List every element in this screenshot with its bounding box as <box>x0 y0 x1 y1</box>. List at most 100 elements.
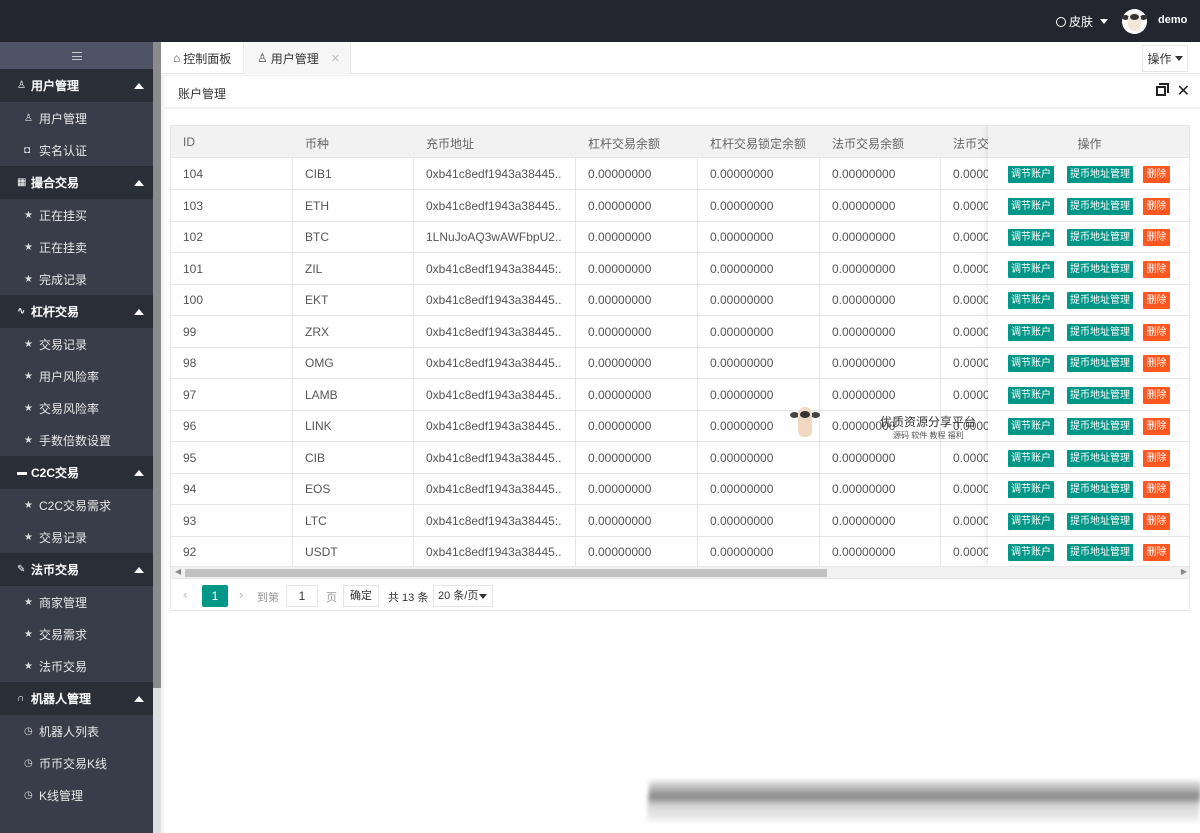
table-cell: 97 <box>183 387 197 402</box>
sidebar-item[interactable]: ★ 用户风险率 <box>0 360 153 392</box>
withdraw-address-button[interactable]: 提币地址管理 <box>1067 544 1133 561</box>
delete-button[interactable]: 删除 <box>1143 544 1170 561</box>
adjust-account-button[interactable]: 调节账户 <box>1008 166 1054 183</box>
withdraw-address-button[interactable]: 提币地址管理 <box>1067 449 1133 467</box>
sidebar-item-label: 交易记录 <box>39 337 88 352</box>
sidebar-item[interactable]: ★ C2C交易需求 <box>0 489 153 521</box>
sidebar-group-title[interactable]: ▦ 撮合交易 <box>0 166 153 199</box>
delete-button[interactable]: 删除 <box>1143 197 1170 215</box>
sidebar-item[interactable]: ★ 交易需求 <box>0 618 153 650</box>
confirm-button[interactable]: 确定 <box>343 585 379 607</box>
withdraw-address-button[interactable]: 提币地址管理 <box>1067 229 1133 246</box>
adjust-account-button[interactable]: 调节账户 <box>1008 418 1054 435</box>
withdraw-address-button[interactable]: 提币地址管理 <box>1067 292 1133 309</box>
sidebar-item[interactable]: ★ 商家管理 <box>0 586 153 618</box>
delete-button[interactable]: 删除 <box>1143 481 1170 498</box>
delete-button[interactable]: 删除 <box>1143 323 1170 341</box>
withdraw-address-button[interactable]: 提币地址管理 <box>1067 197 1133 215</box>
withdraw-address-button[interactable]: 提币地址管理 <box>1067 418 1133 435</box>
top-header: 皮肤 demo <box>0 0 1200 42</box>
adjust-account-button[interactable]: 调节账户 <box>1008 449 1054 467</box>
withdraw-address-button[interactable]: 提币地址管理 <box>1067 481 1133 498</box>
star-icon: ★ <box>24 434 33 446</box>
tab-dashboard[interactable]: ⌂ 控制面板 <box>161 42 244 74</box>
table-cell: 0.00000000 <box>588 261 652 276</box>
adjust-account-button[interactable]: 调节账户 <box>1008 512 1054 530</box>
withdraw-address-button[interactable]: 提币地址管理 <box>1067 512 1133 530</box>
table-cell: OMG <box>305 356 334 370</box>
sidebar-item[interactable]: ◷ 机器人列表 <box>0 715 153 747</box>
delete-button[interactable]: 删除 <box>1143 449 1170 467</box>
sidebar-item-label: 正在挂卖 <box>39 240 88 255</box>
prev-page-icon[interactable]: ‹ <box>183 587 187 602</box>
adjust-account-button[interactable]: 调节账户 <box>1008 260 1054 278</box>
sidebar-group-title[interactable]: ♙ 用户管理 <box>0 69 153 102</box>
delete-button[interactable]: 删除 <box>1143 292 1170 309</box>
withdraw-address-button[interactable]: 提币地址管理 <box>1067 323 1133 341</box>
sidebar-item[interactable]: ◷ K线管理 <box>0 779 153 811</box>
sidebar-scrollbar-thumb[interactable] <box>153 42 161 688</box>
page-unit-label: 页 <box>326 592 337 604</box>
sidebar-group-title[interactable]: ✎ 法币交易 <box>0 553 153 586</box>
current-page-button[interactable]: 1 <box>202 585 228 607</box>
delete-button[interactable]: 删除 <box>1143 229 1170 246</box>
table-cell: 0.00000000 <box>710 356 774 370</box>
grid-icon: ▦ <box>17 177 27 188</box>
next-page-icon[interactable]: › <box>239 587 243 602</box>
sidebar-item[interactable]: ★ 交易记录 <box>0 521 153 553</box>
adjust-account-button[interactable]: 调节账户 <box>1008 481 1054 498</box>
delete-button[interactable]: 删除 <box>1143 166 1170 183</box>
close-icon[interactable]: ✕ <box>331 52 340 65</box>
adjust-account-button[interactable]: 调节账户 <box>1008 197 1054 215</box>
table-cell: 0xb41c8edf1943a38445:... <box>426 261 562 276</box>
horizontal-scrollbar[interactable]: ◀ ▶ <box>171 566 1189 578</box>
sidebar-item[interactable]: ◘ 实名认证 <box>0 134 153 166</box>
adjust-account-button[interactable]: 调节账户 <box>1008 229 1054 246</box>
delete-button[interactable]: 删除 <box>1143 355 1170 372</box>
adjust-account-button[interactable]: 调节账户 <box>1008 292 1054 309</box>
table-cell: LTC <box>305 513 327 528</box>
scroll-right-icon[interactable]: ▶ <box>1181 567 1187 576</box>
withdraw-address-button[interactable]: 提币地址管理 <box>1067 166 1133 183</box>
adjust-account-button[interactable]: 调节账户 <box>1008 386 1054 404</box>
delete-button[interactable]: 删除 <box>1143 418 1170 435</box>
adjust-account-button[interactable]: 调节账户 <box>1008 323 1054 341</box>
sidebar-item[interactable]: ★ 手数倍数设置 <box>0 424 153 456</box>
sidebar-item[interactable]: ★ 完成记录 <box>0 263 153 295</box>
page-input[interactable]: 1 <box>286 585 318 607</box>
avatar[interactable] <box>1122 9 1147 34</box>
sidebar-item[interactable]: ★ 法币交易 <box>0 650 153 682</box>
adjust-account-button[interactable]: 调节账户 <box>1008 355 1054 372</box>
table-cell: 0.00000000 <box>588 293 652 307</box>
withdraw-address-button[interactable]: 提币地址管理 <box>1067 260 1133 278</box>
sidebar-group-title[interactable]: ∿ 杠杆交易 <box>0 295 153 328</box>
sidebar-item[interactable]: ♙ 用户管理 <box>0 102 153 134</box>
chevron-up-icon <box>134 309 144 315</box>
star-icon: ★ <box>24 370 33 382</box>
sidebar-item[interactable]: ★ 交易记录 <box>0 328 153 360</box>
horizontal-scrollbar-thumb[interactable] <box>185 569 827 577</box>
delete-button[interactable]: 删除 <box>1143 512 1170 530</box>
table-cell: 0xb41c8edf1943a38445... <box>426 324 562 339</box>
sidebar-group-title[interactable]: ▬ C2C交易 <box>0 456 153 489</box>
adjust-account-button[interactable]: 调节账户 <box>1008 544 1054 561</box>
sidebar-item[interactable]: ◷ 币币交易K线 <box>0 747 153 779</box>
close-icon[interactable]: ✕ <box>1177 81 1190 101</box>
page-size-select[interactable]: 20 条/页 <box>433 585 493 607</box>
skin-menu[interactable]: 皮肤 <box>1056 13 1109 30</box>
tab-user-management[interactable]: ♙ 用户管理 ✕ <box>245 42 351 74</box>
maximize-icon[interactable] <box>1156 83 1169 96</box>
withdraw-address-button[interactable]: 提币地址管理 <box>1067 355 1133 372</box>
sidebar-item[interactable]: ★ 正在挂买 <box>0 199 153 231</box>
sidebar-toggle[interactable] <box>0 42 153 69</box>
table-cell: 0xb41c8edf1943a38445... <box>426 387 562 402</box>
withdraw-address-button[interactable]: 提币地址管理 <box>1067 386 1133 404</box>
delete-button[interactable]: 删除 <box>1143 386 1170 404</box>
delete-button[interactable]: 删除 <box>1143 260 1170 278</box>
sidebar-group-title[interactable]: ∩ 机器人管理 <box>0 682 153 715</box>
sidebar-item[interactable]: ★ 正在挂卖 <box>0 231 153 263</box>
username[interactable]: demo <box>1158 14 1187 26</box>
operate-button[interactable]: 操作 <box>1142 45 1188 72</box>
sidebar-item[interactable]: ★ 交易风险率 <box>0 392 153 424</box>
scroll-left-icon[interactable]: ◀ <box>175 567 181 576</box>
